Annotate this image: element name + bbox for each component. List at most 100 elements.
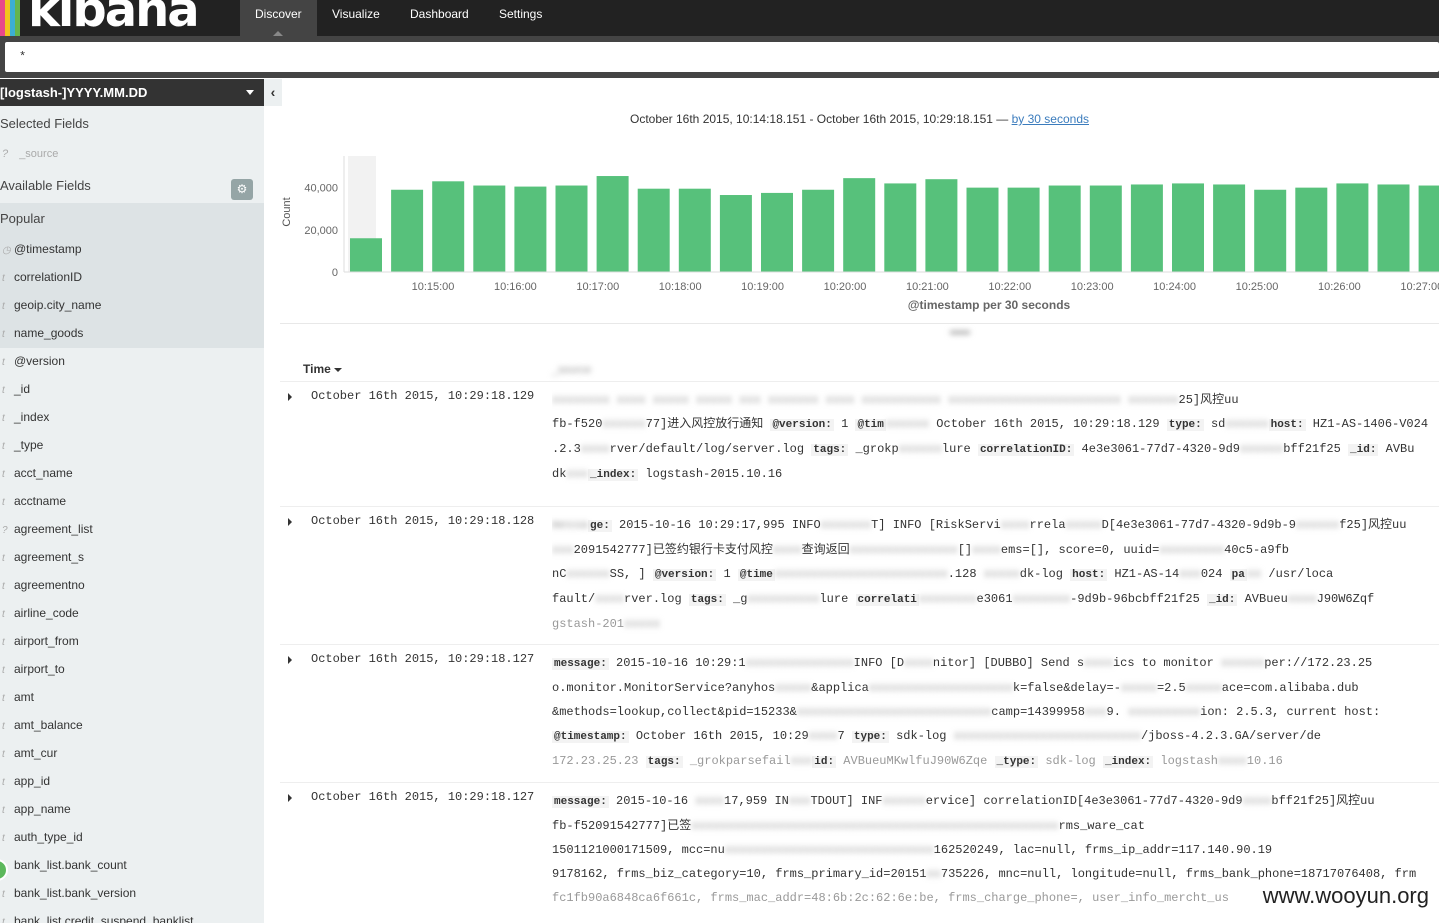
- bar[interactable]: [1089, 185, 1122, 272]
- index-pattern-selector[interactable]: [logstash-]YYYY.MM.DD: [0, 79, 264, 106]
- bar[interactable]: [1213, 184, 1246, 272]
- sidebar-field-airport-to[interactable]: t airport_to: [0, 659, 264, 679]
- field-value: sdk-log: [888, 729, 954, 743]
- sidebar-field-amt-balance[interactable]: t amt_balance: [0, 715, 264, 735]
- sidebar-field-amt-cur[interactable]: t amt_cur: [0, 743, 264, 763]
- bar[interactable]: [925, 179, 958, 272]
- redacted-text: xx: [926, 867, 941, 881]
- expand-caret-icon[interactable]: [288, 794, 292, 802]
- field-value: sdk-log: [1038, 754, 1103, 768]
- field-name: amt_balance: [14, 718, 83, 732]
- sidebar-field-airline-code[interactable]: t airline_code: [0, 603, 264, 623]
- bar[interactable]: [391, 189, 424, 272]
- field-type-icon: ?: [2, 525, 8, 536]
- bar[interactable]: [1048, 185, 1081, 272]
- x-tick-label: 10:19:00: [741, 281, 784, 293]
- histogram-chart[interactable]: 0 20,000 40,000 Count 10:15:00 10:16:00 10:17:…: [278, 148, 1439, 318]
- sidebar-field-acct-name[interactable]: t acct_name: [0, 463, 264, 483]
- x-tick-label: 10:27:00: [1400, 281, 1439, 293]
- kibana-logo[interactable]: kibana: [28, 0, 200, 34]
- redacted-text: xxxxxx: [602, 417, 646, 431]
- field-type-icon: t: [2, 385, 5, 396]
- bar[interactable]: [514, 186, 547, 272]
- bar[interactable]: [596, 176, 629, 272]
- bar[interactable]: [432, 181, 465, 272]
- tab-discover[interactable]: Discover: [240, 0, 317, 36]
- bar[interactable]: [1130, 184, 1163, 272]
- bar[interactable]: [843, 178, 876, 272]
- bar[interactable]: [637, 188, 670, 272]
- field-name: amt: [14, 690, 35, 704]
- bar[interactable]: [761, 192, 793, 272]
- sidebar-field-app-name[interactable]: t app_name: [0, 799, 264, 819]
- bar[interactable]: [1172, 183, 1204, 272]
- sidebar-field-geoip-city-name[interactable]: t geoip.city_name: [0, 295, 264, 315]
- tab-visualize[interactable]: Visualize: [317, 0, 395, 36]
- bar[interactable]: [1295, 187, 1328, 272]
- table-row[interactable]: October 16th 2015, 10:29:18.127 message: …: [280, 644, 1439, 782]
- sidebar-field--type[interactable]: t _type: [0, 435, 264, 455]
- sidebar-field-agreement-s[interactable]: t agreement_s: [0, 547, 264, 567]
- sidebar-field-acctname[interactable]: t acctname: [0, 491, 264, 511]
- sidebar-field-agreementno[interactable]: t agreementno: [0, 575, 264, 595]
- bar[interactable]: [802, 189, 835, 272]
- collapse-sidebar-button[interactable]: ‹: [264, 79, 282, 106]
- sidebar-field-correlationid[interactable]: t correlationID: [0, 267, 264, 287]
- sidebar-field-name-goods[interactable]: t name_goods: [0, 323, 264, 343]
- bar[interactable]: [473, 185, 506, 272]
- search-input[interactable]: [5, 42, 1439, 72]
- expand-caret-icon[interactable]: [288, 518, 292, 526]
- sidebar-field-app-id[interactable]: t app_id: [0, 771, 264, 791]
- bar[interactable]: [1377, 184, 1410, 272]
- sidebar-field--timestamp[interactable]: ◷ @timestamp: [0, 239, 264, 259]
- redacted-text: xxxxxxxxxxxxxxxxxxxx: [868, 681, 1013, 695]
- sidebar-field-bank-list-bank-version[interactable]: t bank_list.bank_version: [0, 883, 264, 903]
- sidebar-field-bank-list-credit-suspend-banklist[interactable]: t bank_list.credit_suspend_banklist: [0, 911, 264, 923]
- source-field[interactable]: ? _source: [0, 148, 58, 160]
- field-value: 17,959 IN: [724, 794, 789, 808]
- field-type-icon: t: [2, 889, 5, 900]
- y-tick-label: 40,000: [304, 183, 338, 195]
- sidebar-field-agreement-list[interactable]: ? agreement_list: [0, 519, 264, 539]
- row-source: xxxxxxxx xxxx xxxxx xxxxx xxx xxxxxxx xx…: [552, 388, 1439, 487]
- sidebar-field--version[interactable]: t @version: [0, 351, 264, 371]
- field-value: ics to monitor: [1112, 656, 1221, 670]
- sidebar-field-airport-from[interactable]: t airport_from: [0, 631, 264, 651]
- bar[interactable]: [555, 185, 588, 272]
- sidebar-field--id[interactable]: t _id: [0, 379, 264, 399]
- bar[interactable]: [678, 188, 711, 272]
- field-value: D[4e3e3061-77d7-4320-9d9b-9: [1101, 518, 1296, 532]
- sidebar-field-auth-type-id[interactable]: t auth_type_id: [0, 827, 264, 847]
- field-key: @timestamp:: [552, 731, 629, 743]
- source-line: o.monitor.MonitorService?anyhosxxxxx&app…: [552, 676, 1439, 700]
- redacted-text: xxxxxxxxxxxxxxxxxxxxxxxxxxxxxxxxxxxxxxxx…: [691, 819, 1059, 833]
- sidebar-field-bank-list-bank-count[interactable]: tbank_list.bank_count: [0, 855, 264, 875]
- field-name: @version: [14, 354, 65, 368]
- tab-dashboard[interactable]: Dashboard: [395, 0, 484, 36]
- field-value: bff21f25: [1283, 442, 1349, 456]
- field-value: -9d9b-96bcbff21f25: [1070, 592, 1207, 606]
- bar[interactable]: [1418, 185, 1439, 272]
- table-row[interactable]: October 16th 2015, 10:29:18.129 xxxxxxxx …: [280, 381, 1439, 506]
- field-value: HZ1-AS-1406-V024: [1305, 417, 1429, 431]
- gear-icon[interactable]: ⚙: [231, 179, 253, 200]
- field-value: INFO [D: [853, 656, 905, 670]
- expand-caret-icon[interactable]: [288, 393, 292, 401]
- bar[interactable]: [884, 183, 917, 272]
- bar[interactable]: [719, 195, 752, 272]
- interval-link[interactable]: by 30 seconds: [1012, 112, 1089, 126]
- row-source: messa ge: 2015-10-16 10:29:17,995 INFOxxx…: [552, 513, 1439, 636]
- time-column-header[interactable]: Time: [303, 362, 342, 376]
- bar[interactable]: [1336, 183, 1369, 272]
- tab-settings[interactable]: Settings: [484, 0, 557, 36]
- bar[interactable]: [350, 238, 382, 272]
- bar[interactable]: [966, 187, 999, 272]
- table-row[interactable]: October 16th 2015, 10:29:18.128 messa ge: …: [280, 506, 1439, 644]
- x-tick-label: 10:20:00: [824, 281, 867, 293]
- expand-caret-icon[interactable]: [288, 656, 292, 664]
- sidebar-field--index[interactable]: t _index: [0, 407, 264, 427]
- bar[interactable]: [1007, 187, 1040, 272]
- sidebar-field-amt[interactable]: t amt: [0, 687, 264, 707]
- sort-down-icon[interactable]: [333, 367, 342, 372]
- bar[interactable]: [1254, 189, 1287, 272]
